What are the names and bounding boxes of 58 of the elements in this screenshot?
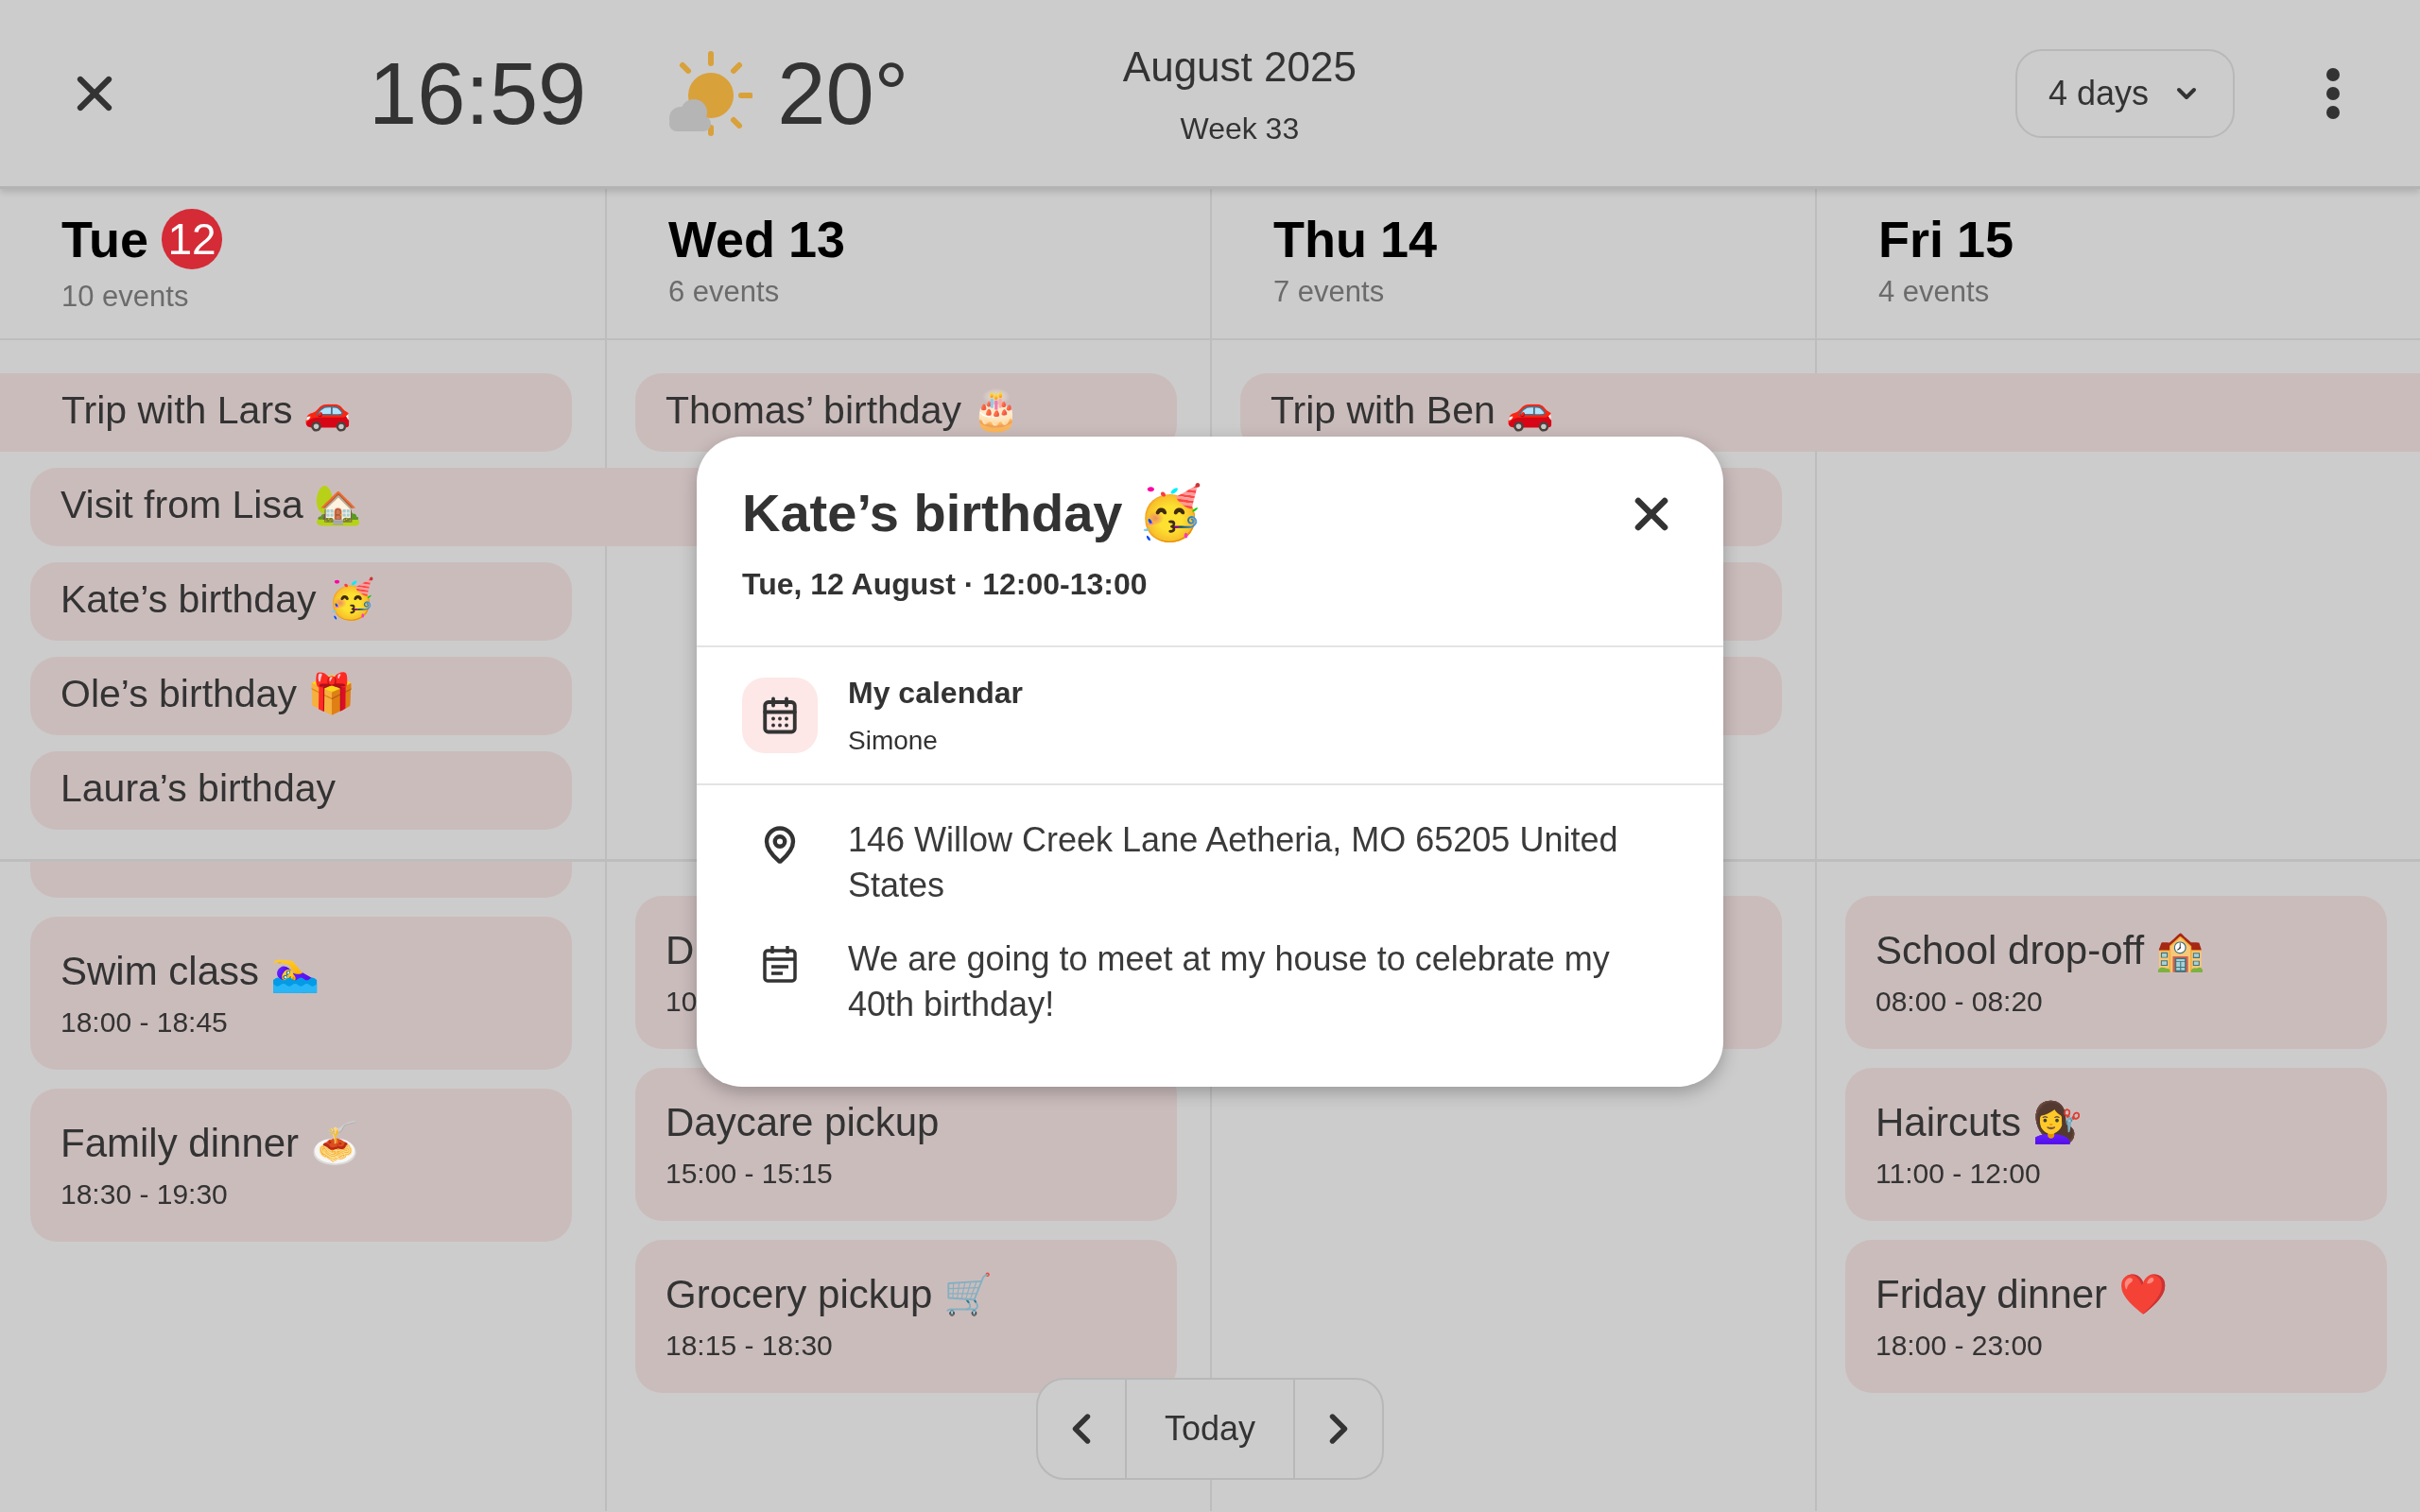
event-title: Trip with Ben 🚗 [1270, 391, 1555, 430]
event-title: Family dinner 🍝 [60, 1120, 359, 1167]
day-name: Thu [1273, 213, 1367, 265]
event-chip[interactable]: Kate’s birthday 🥳 [30, 562, 572, 641]
week-number: Week 33 [1180, 110, 1300, 147]
event-time: 15:00 - 15:15 [666, 1156, 833, 1191]
event-card[interactable]: Daycare pickup 15:00 - 15:15 [635, 1068, 1177, 1221]
event-card[interactable]: Grocery pickup 🛒 18:15 - 18:30 [635, 1240, 1177, 1393]
event-title: Trip with Lars 🚗 [61, 391, 352, 430]
event-card[interactable]: Family dinner 🍝 18:30 - 19:30 [30, 1089, 572, 1242]
clock-time: 16:59 [369, 43, 587, 144]
event-chip[interactable]: Laura’s birthday [30, 751, 572, 830]
event-chip[interactable]: Ole’s birthday 🎁 [30, 657, 572, 735]
day-name: Wed [668, 213, 775, 265]
event-time: 18:00 - 23:00 [1876, 1328, 2043, 1363]
day-name: Tue [61, 213, 148, 265]
event-chip[interactable]: Trip with Ben 🚗 [1240, 373, 2420, 452]
event-title: Friday dinner ❤ [1876, 1271, 2168, 1318]
more-icon [2325, 66, 2341, 120]
calendar-owner: Simone [848, 725, 939, 757]
day-date: 14 [1379, 213, 1438, 265]
event-card[interactable]: School drop-off 🏫 08:00 - 08:20 [1845, 896, 2387, 1049]
month-title: August 2025 [1122, 42, 1357, 92]
event-title: Laura’s birthday [60, 769, 336, 808]
event-title: Visit from Lisa 🏡 [60, 486, 363, 524]
event-title: School drop-off 🏫 [1876, 927, 2204, 974]
event-title: Daycare pickup [666, 1099, 940, 1146]
event-time: 11:00 - 12:00 [1876, 1156, 2041, 1191]
view-dropdown[interactable]: 4 days [2015, 48, 2235, 138]
event-title: Haircuts 💇‍♀ [1876, 1099, 2082, 1146]
event-title: Grocery pickup 🛒 [666, 1271, 994, 1318]
event-time: 18:00 - 18:45 [60, 1005, 228, 1040]
event-note-icon [761, 944, 799, 984]
calendar-icon [760, 696, 800, 735]
event-count: 10 events [61, 278, 190, 315]
event-card[interactable]: Haircuts 💇‍♀ 11:00 - 12:00 [1845, 1068, 2387, 1221]
event-date-time: Tue, 12 August · 12:00-13:00 [742, 566, 1149, 603]
event-card[interactable]: Friday dinner ❤ 18:00 - 23:00 [1845, 1240, 2387, 1393]
event-time: 18:15 - 18:30 [666, 1328, 833, 1363]
day-name: Fri [1878, 213, 1944, 265]
today-date-badge: 12 [162, 208, 222, 269]
event-card[interactable]: Swim class 🏊‍♀ 18:00 - 18:45 [30, 917, 572, 1070]
event-time: 18:30 - 19:30 [60, 1177, 228, 1211]
event-count: 4 events [1878, 273, 1991, 310]
event-title: D [666, 927, 695, 974]
event-address: 146 Willow Creek Lane Aetheria, MO 65205 United States [848, 819, 1619, 906]
day-date: 13 [788, 213, 846, 265]
event-chip[interactable]: Trip with Lars 🚗 [0, 373, 572, 452]
day-date: 15 [1957, 213, 2014, 265]
calendar-name: My calendar [848, 675, 1023, 712]
popup-title: Kate’s birthday 🥳 [742, 482, 1205, 544]
event-title: Swim class 🏊‍♀ [60, 948, 320, 995]
event-time: 08:00 - 08:20 [1876, 984, 2043, 1019]
temperature: 20° [777, 43, 909, 144]
event-count: 7 events [1273, 273, 1386, 310]
event-count: 6 events [668, 273, 781, 310]
event-time: 10 [666, 984, 698, 1019]
event-description: We are going to meet at my house to celebrate my 40th birthday! [848, 938, 1611, 1025]
